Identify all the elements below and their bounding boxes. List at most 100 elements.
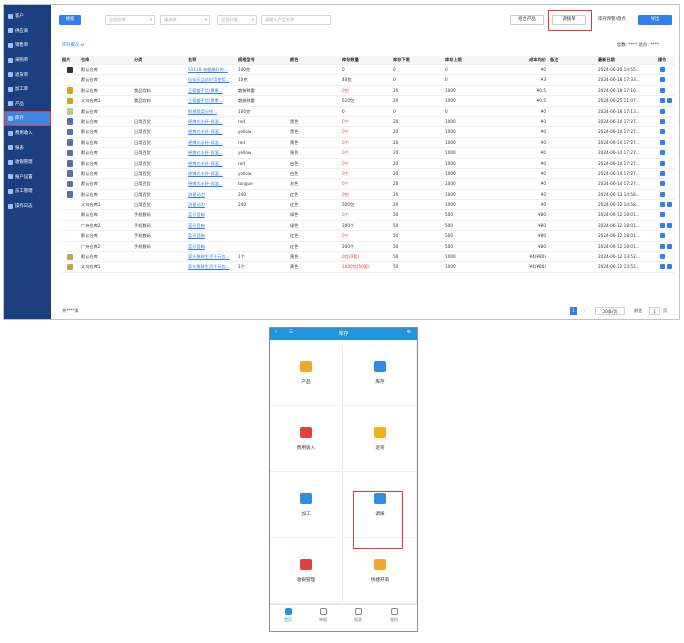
- edit-icon[interactable]: [660, 264, 665, 270]
- edit-icon[interactable]: [660, 222, 665, 228]
- cell-name[interactable]: 蓝牙音箱: [188, 210, 205, 219]
- cell-name[interactable]: 佳佳乐品质好用使用...: [188, 75, 230, 84]
- cell-name[interactable]: 便携式水杯-保温...: [188, 169, 223, 178]
- cell-cat: 手机数码: [134, 243, 151, 249]
- nav-item[interactable]: 首页: [276, 608, 300, 623]
- edit-icon[interactable]: [660, 202, 665, 208]
- menu-tile[interactable]: 库存: [344, 340, 417, 406]
- cell-name[interactable]: 蓝牙音箱: [188, 242, 205, 251]
- column-header[interactable]: 规格型号: [238, 56, 255, 64]
- cell-name[interactable]: 蓝牙音箱: [188, 231, 205, 240]
- next-page-button[interactable]: ›: [581, 307, 588, 315]
- edit-icon[interactable]: [660, 139, 665, 145]
- cell-name[interactable]: 流星动力: [188, 190, 205, 199]
- transfer-icon[interactable]: [667, 202, 672, 208]
- edit-icon[interactable]: [660, 243, 665, 249]
- goto-page-input[interactable]: 1: [649, 307, 660, 315]
- edit-icon[interactable]: [660, 87, 665, 93]
- cell-cat: 日用百货: [134, 129, 151, 135]
- search-button[interactable]: 搜索: [59, 15, 81, 25]
- cell-name[interactable]: 便携式水杯-保温...: [188, 127, 223, 136]
- transfer-icon[interactable]: [667, 222, 672, 228]
- cell-name[interactable]: 便携式水杯-保温...: [188, 179, 223, 188]
- column-header[interactable]: 库存数量: [342, 56, 359, 64]
- settings-icon[interactable]: ⚙: [407, 330, 411, 335]
- column-header[interactable]: 操作: [658, 56, 666, 64]
- menu-tile[interactable]: 收银管理: [270, 538, 343, 604]
- menu-tile[interactable]: 产品: [270, 340, 343, 406]
- sidebar-item[interactable]: 员工管理: [4, 184, 51, 199]
- edit-icon[interactable]: [660, 233, 665, 239]
- export-button[interactable]: 导出: [638, 15, 672, 25]
- edit-icon[interactable]: [660, 118, 665, 124]
- cell-qty: 0: [342, 67, 345, 72]
- column-header[interactable]: 备注: [550, 56, 558, 64]
- sidebar-item[interactable]: 客户: [4, 9, 51, 24]
- edit-icon[interactable]: [660, 170, 665, 176]
- column-header[interactable]: 颜色: [290, 56, 298, 64]
- column-header[interactable]: 最新日期: [598, 56, 615, 64]
- edit-icon[interactable]: [660, 129, 665, 135]
- category-filter[interactable]: 全部分类 ▾: [217, 15, 257, 25]
- sidebar-item[interactable]: 账户设置: [4, 170, 51, 185]
- cell-name[interactable]: 王德盛干货/果果...: [188, 86, 223, 95]
- sidebar-item[interactable]: 库存: [4, 111, 51, 126]
- page-1-button[interactable]: 1: [570, 307, 577, 315]
- edit-icon[interactable]: [660, 150, 665, 156]
- sidebar-item[interactable]: 操作日志: [4, 199, 51, 214]
- cell-name[interactable]: 鲜果蔬菜分拣...: [188, 107, 217, 116]
- cell-name[interactable]: 便携式水杯-保温...: [188, 159, 223, 168]
- column-header[interactable]: 成本均价: [516, 56, 546, 64]
- column-header[interactable]: 库存上限: [445, 56, 462, 64]
- menu-tile[interactable]: 加工: [270, 472, 343, 538]
- edit-icon[interactable]: [660, 160, 665, 166]
- column-header[interactable]: 图片: [62, 56, 70, 64]
- page-size-select[interactable]: 20条/页: [595, 307, 625, 315]
- edit-icon[interactable]: [660, 191, 665, 197]
- edit-icon[interactable]: [660, 98, 665, 104]
- sidebar-item[interactable]: 退货单: [4, 67, 51, 82]
- cell-name[interactable]: 蓝牙音箱: [188, 221, 205, 230]
- edit-icon[interactable]: [660, 181, 665, 187]
- cell-name[interactable]: 便携式水杯-保温...: [188, 148, 223, 157]
- edit-icon[interactable]: [660, 77, 665, 83]
- cell-name[interactable]: 家头聚财生活千元包...: [188, 252, 230, 261]
- sidebar-item[interactable]: 报表: [4, 140, 51, 155]
- column-header[interactable]: 仓库: [81, 56, 89, 64]
- cell-name[interactable]: 便携式水杯-保温...: [188, 117, 223, 126]
- menu-tile[interactable]: 退货: [344, 406, 417, 472]
- edit-icon[interactable]: [660, 67, 665, 72]
- sidebar-item[interactable]: 收银管理: [4, 155, 51, 170]
- warehouse-filter[interactable]: 全部仓库 ▾: [105, 15, 155, 25]
- column-header[interactable]: 库存下限: [393, 56, 410, 64]
- sidebar-item[interactable]: 加工单: [4, 82, 51, 97]
- cell-max: 1000: [445, 129, 456, 135]
- inventory-check-button[interactable]: 库存预警/盘点: [598, 15, 626, 25]
- transfer-icon[interactable]: [667, 264, 672, 270]
- inventory-overview-link[interactable]: 库存概况 ⇄: [62, 42, 84, 48]
- cell-name[interactable]: S1118-海量最好的...: [188, 65, 228, 74]
- edit-icon[interactable]: [660, 212, 665, 218]
- column-header[interactable]: 名称: [188, 56, 196, 64]
- sidebar-item[interactable]: 费用收入: [4, 126, 51, 141]
- transfer-icon[interactable]: [667, 98, 672, 104]
- combine-product-button[interactable]: 组合产品: [510, 15, 544, 25]
- status-filter[interactable]: 请选择 ▾: [160, 15, 210, 25]
- nav-item[interactable]: 报表: [346, 608, 370, 623]
- edit-icon[interactable]: [660, 108, 665, 114]
- cell-name[interactable]: 家头聚财生活千元包...: [188, 262, 230, 271]
- sidebar-item[interactable]: 产品: [4, 97, 51, 112]
- nav-item[interactable]: 单据: [311, 608, 335, 623]
- edit-icon[interactable]: [660, 254, 665, 260]
- cell-name[interactable]: 便携式水杯-保温...: [188, 138, 223, 147]
- transfer-icon[interactable]: [667, 243, 672, 249]
- sidebar-item[interactable]: 销售单: [4, 38, 51, 53]
- menu-tile[interactable]: 费用收入: [270, 406, 343, 472]
- cell-name[interactable]: 王德盛干货/果果...: [188, 96, 223, 105]
- column-header[interactable]: 分类: [134, 56, 142, 64]
- sidebar-item[interactable]: 采购单: [4, 53, 51, 68]
- product-name-input[interactable]: 请输入产品名称: [261, 15, 331, 25]
- cell-name[interactable]: 流星动力: [188, 200, 205, 209]
- nav-item[interactable]: 我的: [382, 608, 406, 623]
- sidebar-item[interactable]: 供应商: [4, 24, 51, 39]
